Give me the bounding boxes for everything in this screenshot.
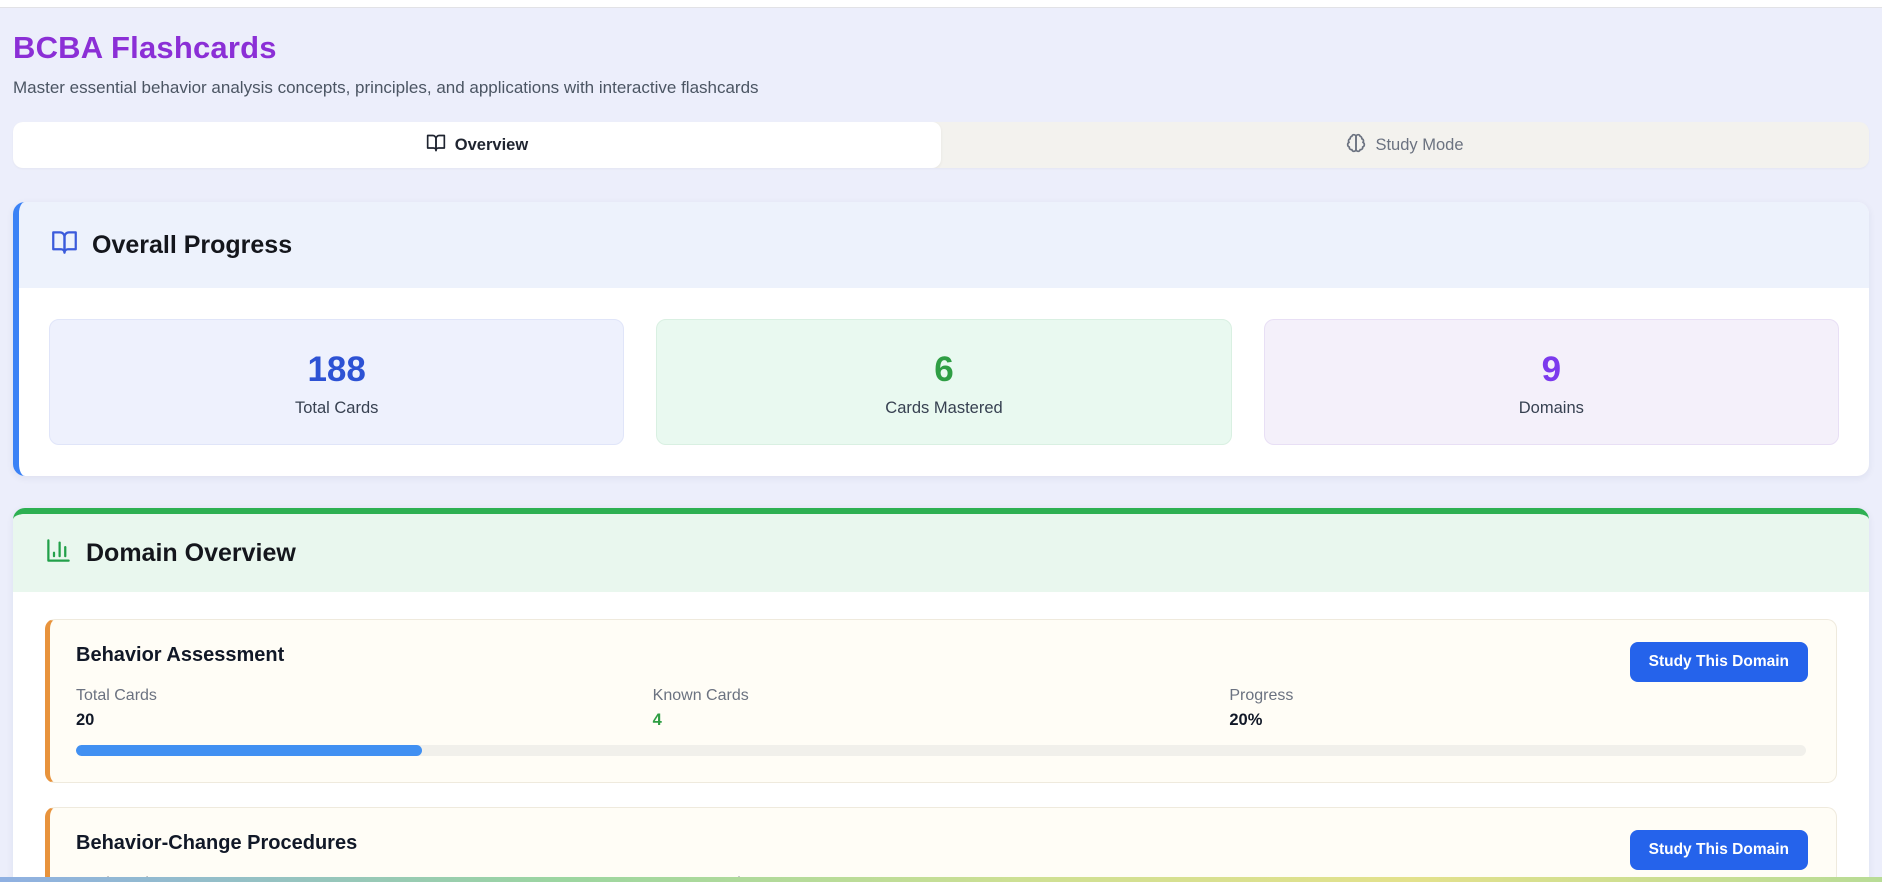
domain-stat-total: Total Cards 20 — [76, 687, 653, 730]
total-cards-value: 20 — [76, 711, 95, 729]
tab-study-mode[interactable]: Study Mode — [941, 122, 1869, 168]
total-cards-label: Total Cards — [294, 399, 379, 417]
progress-bar-track — [76, 745, 1806, 756]
total-cards-value: 188 — [307, 350, 366, 389]
overall-progress-header: Overall Progress — [19, 202, 1869, 288]
domain-overview-section: Domain Overview Behavior Assessment Stud… — [13, 508, 1869, 882]
domain-card-behavior-change-procedures: Behavior-Change Procedures Study This Do… — [45, 807, 1837, 882]
domain-title: Behavior Assessment — [76, 644, 285, 666]
tab-overview-label: Overview — [454, 135, 529, 154]
cards-mastered-label: Cards Mastered — [885, 399, 1003, 417]
domain-card-behavior-assessment: Behavior Assessment Study This Domain To… — [45, 619, 1837, 783]
study-this-domain-button[interactable]: Study This Domain — [1629, 830, 1808, 870]
book-open-icon — [426, 133, 446, 158]
known-cards-label: Known Cards — [652, 687, 749, 704]
stat-card-cards-mastered: 6 Cards Mastered — [656, 319, 1232, 445]
tab-study-mode-label: Study Mode — [1375, 135, 1464, 154]
overall-progress-section: Overall Progress 188 Total Cards 6 Cards… — [13, 202, 1869, 476]
domains-value: 9 — [1541, 350, 1562, 389]
domain-title: Behavior-Change Procedures — [76, 832, 358, 854]
known-cards-value: 4 — [652, 711, 662, 729]
progress-value: 20% — [1229, 711, 1263, 729]
cards-mastered-value: 6 — [934, 350, 954, 389]
domains-label: Domains — [1518, 399, 1584, 417]
progress-bar-fill — [76, 745, 422, 756]
progress-label: Progress — [1229, 687, 1294, 704]
total-cards-label: Total Cards — [76, 687, 157, 704]
bottom-edge-strip — [0, 877, 1882, 882]
top-edge-strip — [0, 0, 1882, 8]
bar-chart-icon — [45, 537, 72, 569]
main-container: BCBA Flashcards Master essential behavio… — [0, 8, 1882, 882]
domain-stat-progress: Progress 20% — [1229, 687, 1806, 730]
page-subtitle: Master essential behavior analysis conce… — [13, 78, 759, 97]
domain-stat-known: Known Cards 4 — [653, 687, 1230, 730]
domain-list: Behavior Assessment Study This Domain To… — [13, 592, 1869, 882]
domain-overview-title: Domain Overview — [86, 538, 296, 567]
stat-card-total-cards: 188 Total Cards — [49, 319, 625, 445]
page-header: BCBA Flashcards Master essential behavio… — [13, 30, 1869, 98]
stats-row: 188 Total Cards 6 Cards Mastered 9 Domai… — [19, 288, 1869, 476]
domain-stats: Total Cards 20 Known Cards 4 Progress 20… — [76, 687, 1806, 730]
book-open-icon — [51, 229, 78, 261]
tab-overview[interactable]: Overview — [13, 122, 941, 168]
domain-overview-header: Domain Overview — [13, 514, 1869, 592]
overall-progress-title: Overall Progress — [92, 230, 293, 259]
brain-icon — [1346, 133, 1366, 158]
page-title: BCBA Flashcards — [13, 30, 277, 65]
stat-card-domains: 9 Domains — [1263, 319, 1839, 445]
study-this-domain-button[interactable]: Study This Domain — [1629, 642, 1808, 682]
tab-bar: Overview Study Mode — [13, 122, 1869, 168]
